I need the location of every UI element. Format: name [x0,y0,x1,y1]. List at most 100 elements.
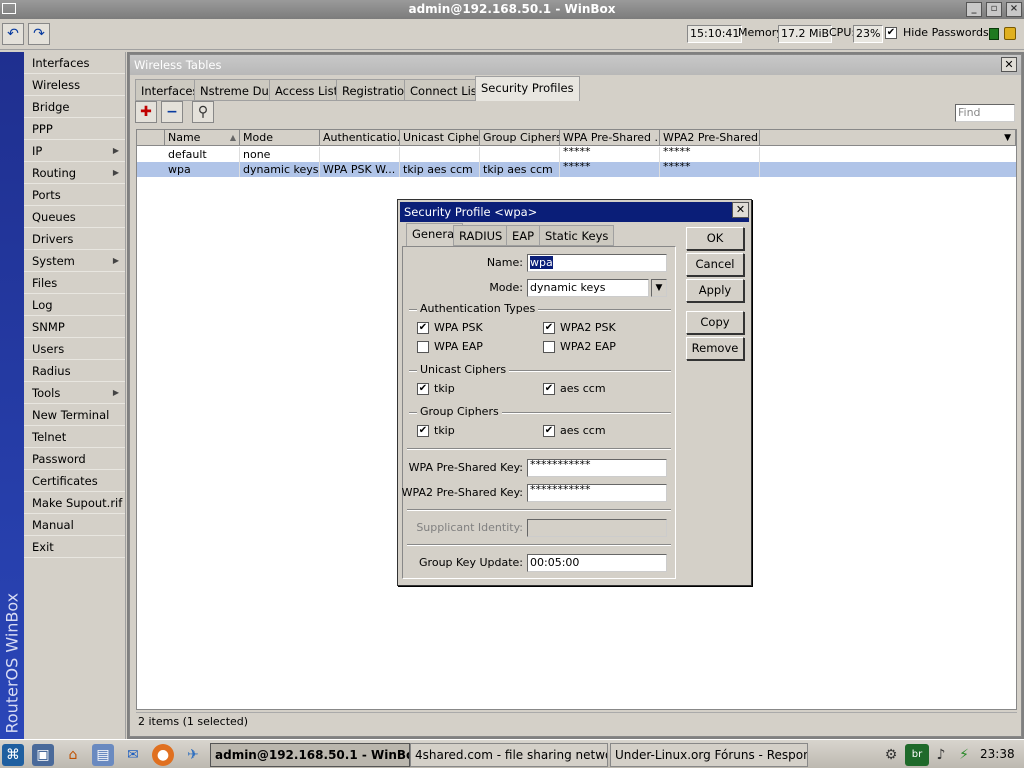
add-icon[interactable]: ✚ [135,101,157,123]
maximize-icon[interactable]: ▫ [986,2,1002,17]
wpa-key-label: WPA Pre-Shared Key: [408,461,523,474]
sidebar-item-wireless[interactable]: Wireless [24,74,125,96]
hide-passwords-checkbox[interactable]: ✔ [885,25,897,43]
tab-static-keys[interactable]: Static Keys [539,225,615,246]
sidebar-item-manual[interactable]: Manual [24,514,125,536]
sidebar-item-users[interactable]: Users [24,338,125,360]
window-menu-icon[interactable] [2,3,16,14]
wpa-psk-checkbox[interactable]: ✔ WPA PSK [417,321,483,334]
remove-button[interactable]: Remove [686,337,744,360]
sidebar-item-system[interactable]: System ▶ [24,250,125,272]
network-status-icon[interactable]: ⚡ [953,744,975,766]
file-manager-icon[interactable]: ▤ [92,744,114,766]
copy-button[interactable]: Copy [686,311,744,334]
sidebar-item-queues[interactable]: Queues [24,206,125,228]
table-row[interactable]: wpa dynamic keys WPA PSK W... tkip aes c… [137,162,1016,177]
sidebar-item-certificates[interactable]: Certificates [24,470,125,492]
supplicant-identity-label: Supplicant Identity: [416,521,523,534]
keyboard-layout-icon[interactable]: br [905,744,929,766]
sidebar-item-password[interactable]: Password [24,448,125,470]
close-icon[interactable]: ✕ [1001,57,1017,72]
sidebar-item-interfaces[interactable]: Interfaces [24,52,125,74]
divider [407,448,671,450]
unicast-aes-checkbox[interactable]: ✔ aes ccm [543,382,606,395]
redo-icon[interactable]: ↷ [28,23,50,45]
minimize-icon[interactable]: _ [966,2,982,17]
column-header-authentication[interactable]: Authenticatio... [320,130,400,146]
cell-mode: dynamic keys [240,162,320,177]
undo-icon[interactable]: ↶ [2,23,24,45]
sort-asc-icon: ▲ [229,133,236,142]
column-header-group-ciphers[interactable]: Group Ciphers [480,130,560,146]
sidebar-item-make-supout[interactable]: Make Supout.rif [24,492,125,514]
sidebar-item-snmp[interactable]: SNMP [24,316,125,338]
mode-select[interactable]: dynamic keys [527,279,649,297]
name-label: Name: [486,256,523,269]
brand-strip: RouterOS WinBox [0,52,24,739]
group-aes-checkbox[interactable]: ✔ aes ccm [543,424,606,437]
unicast-tkip-checkbox[interactable]: ✔ tkip [417,382,455,395]
column-header-wpa-key[interactable]: WPA Pre-Shared ... [560,130,660,146]
tab-radius[interactable]: RADIUS [453,225,509,246]
column-header-unicast-ciphers[interactable]: Unicast Ciphers [400,130,480,146]
desktop-icon[interactable]: ▣ [32,744,54,766]
wpa2-key-field[interactable]: *********** [527,484,667,502]
start-menu-icon[interactable]: ⌘ [2,744,24,766]
ok-button[interactable]: OK [686,227,744,250]
sidebar-item-new-terminal[interactable]: New Terminal [24,404,125,426]
divider [407,544,671,546]
columns-dropdown-icon[interactable]: ▼ [1004,130,1011,145]
submenu-arrow-icon: ▶ [112,146,119,155]
sidebar-item-log[interactable]: Log [24,294,125,316]
sidebar-item-radius[interactable]: Radius [24,360,125,382]
group-tkip-checkbox[interactable]: ✔ tkip [417,424,455,437]
sidebar-item-ports[interactable]: Ports [24,184,125,206]
close-icon[interactable]: ✕ [732,202,749,218]
winbox-launcher-icon[interactable]: ✈ [182,744,204,766]
cancel-button[interactable]: Cancel [686,253,744,276]
network-icon[interactable]: ⚙ [880,744,902,766]
remove-icon[interactable]: − [161,101,183,123]
tab-security-profiles[interactable]: Security Profiles [475,76,580,101]
group-key-update-field[interactable]: 00:05:00 [527,554,667,572]
home-folder-icon[interactable]: ⌂ [62,744,84,766]
window-titlebar: admin@192.168.50.1 - WinBox _ ▫ × [0,0,1024,19]
column-header-wpa2-key[interactable]: WPA2 Pre-Shared... [660,130,760,146]
sidebar-item-drivers[interactable]: Drivers [24,228,125,250]
group-key-update-label: Group Key Update: [419,556,523,569]
sidebar-item-bridge[interactable]: Bridge [24,96,125,118]
sidebar-item-files[interactable]: Files [24,272,125,294]
wpa-eap-checkbox[interactable]: WPA EAP [417,340,483,353]
sidebar-item-routing[interactable]: Routing ▶ [24,162,125,184]
filter-icon[interactable]: ⚲ [192,101,214,123]
apply-button[interactable]: Apply [686,279,744,302]
sidebar-item-telnet[interactable]: Telnet [24,426,125,448]
volume-icon[interactable]: ♪ [930,744,952,766]
task-winbox[interactable]: admin@192.168.50.1 - WinBox [210,743,410,767]
sidebar-item-ppp[interactable]: PPP [24,118,125,140]
mode-dropdown-icon[interactable]: ▼ [651,279,667,297]
messenger-icon[interactable]: ✉ [122,744,144,766]
sidebar-item-tools[interactable]: Tools ▶ [24,382,125,404]
wpa2-psk-checkbox[interactable]: ✔ WPA2 PSK [543,321,616,334]
firefox-icon[interactable]: ● [152,744,174,766]
tab-access-list[interactable]: Access List [269,79,345,101]
wpa2-eap-checkbox[interactable]: WPA2 EAP [543,340,616,353]
table-header-blank [137,130,165,146]
close-window-icon[interactable]: × [1006,2,1022,17]
lock-icon [1004,27,1016,40]
tab-eap[interactable]: EAP [506,225,541,246]
table-row[interactable]: default none ***** ***** [137,147,1016,162]
sidebar-item-exit[interactable]: Exit [24,536,125,558]
checkbox-check-icon: ✔ [885,27,897,39]
find-input[interactable]: Find [955,104,1015,122]
supplicant-identity-field[interactable] [527,519,667,537]
name-field[interactable]: wpa [527,254,667,272]
task-4shared[interactable]: 4shared.com - file sharing network [410,743,608,767]
sidebar-item-ip[interactable]: IP ▶ [24,140,125,162]
cell-group [480,147,560,162]
column-header-name[interactable]: Name ▲ [165,130,240,146]
column-header-mode[interactable]: Mode [240,130,320,146]
task-under-linux[interactable]: Under-Linux.org Fóruns - Respond [610,743,808,767]
wpa-key-field[interactable]: *********** [527,459,667,477]
